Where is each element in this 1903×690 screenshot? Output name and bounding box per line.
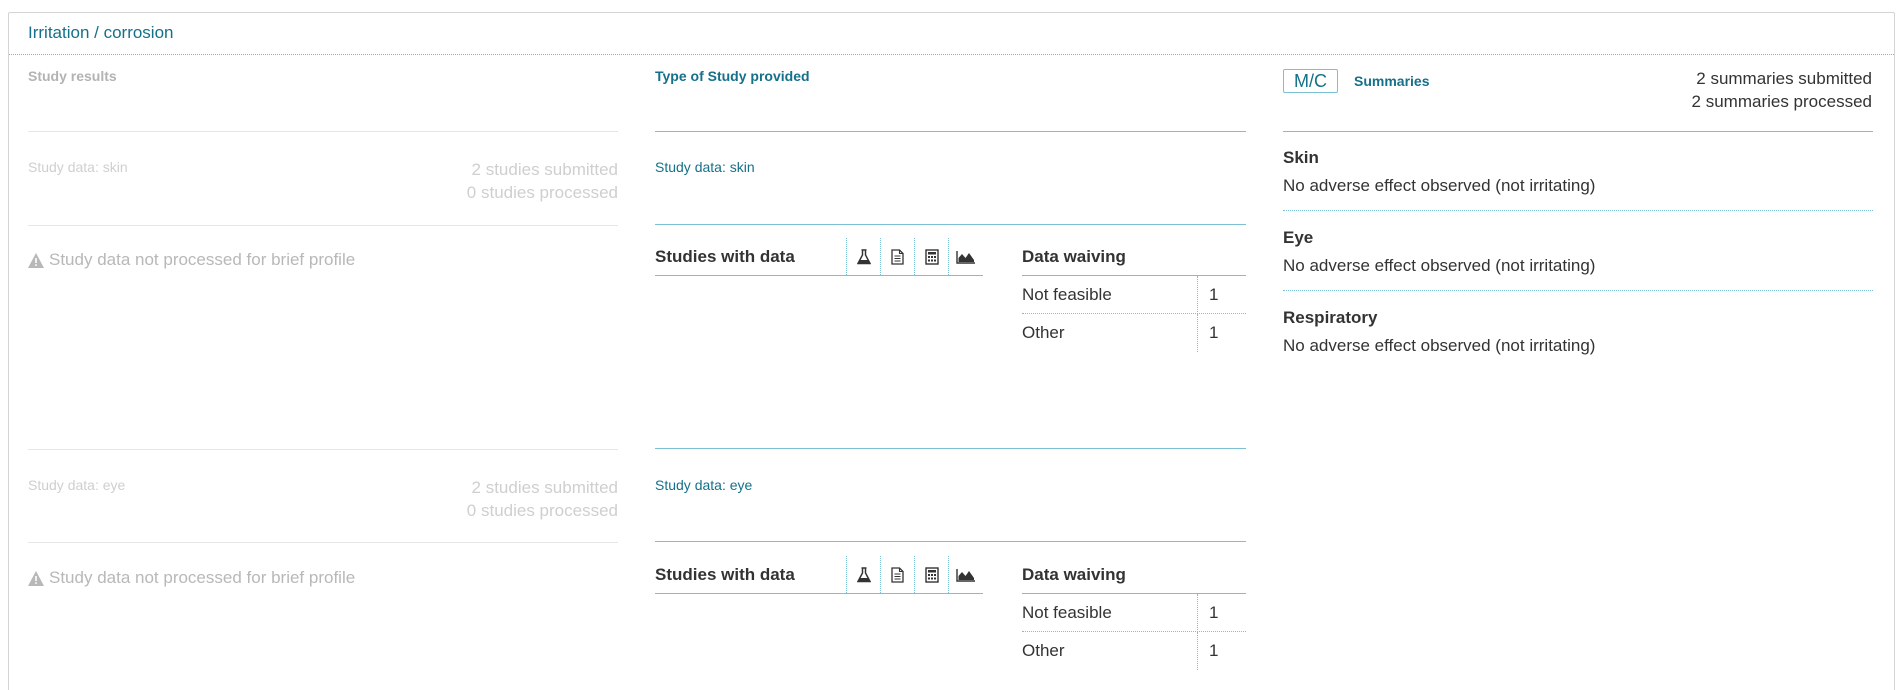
summary-text: No adverse effect observed (not irritati… (1283, 336, 1596, 355)
divider (1283, 290, 1873, 291)
eye-study-counts: 2 studies submitted 0 studies processed (318, 476, 618, 522)
summary-text: No adverse effect observed (not irritati… (1283, 176, 1596, 195)
data-waiving-label: Data waiving (1022, 247, 1126, 266)
eye-data-waiving-header: Data waiving (1022, 556, 1246, 594)
summaries-label[interactable]: Summaries (1354, 73, 1429, 89)
divider (28, 542, 618, 543)
studies-with-data-label: Studies with data (655, 565, 795, 584)
divider (28, 225, 618, 226)
divider (28, 449, 618, 450)
calculator-icon[interactable] (914, 556, 948, 593)
summary-item-skin: Skin No adverse effect observed (not irr… (1283, 148, 1873, 196)
summary-item-respiratory: Respiratory No adverse effect observed (… (1283, 308, 1873, 356)
middle-skin-label[interactable]: Study data: skin (655, 159, 755, 175)
column-separator (1197, 314, 1198, 352)
mc-badge-wrap: M/C (1283, 69, 1338, 93)
eye-waiver-list: Not feasible 1 Other 1 (1022, 594, 1246, 670)
left-eye-label: Study data: eye (28, 477, 126, 493)
waiver-name: Other (1022, 641, 1065, 660)
summary-title: Eye (1283, 228, 1314, 247)
skin-studies-with-data-header: Studies with data (655, 238, 983, 276)
summary-title: Respiratory (1283, 308, 1378, 327)
summaries-submitted-count: 2 summaries submitted (1696, 69, 1872, 88)
divider (28, 131, 618, 132)
skin-submitted-count: 2 studies submitted (471, 160, 618, 179)
waiver-row: Other 1 (1022, 314, 1246, 352)
column-separator (1197, 594, 1198, 632)
document-icon[interactable] (880, 556, 914, 593)
panel-header[interactable]: Irritation / corrosion (9, 13, 1894, 55)
waiver-name: Not feasible (1022, 603, 1112, 622)
type-of-study-label: Type of Study provided (655, 68, 810, 84)
waiver-count: 1 (1209, 641, 1219, 660)
column-separator (1197, 632, 1198, 670)
eye-submitted-count: 2 studies submitted (471, 478, 618, 497)
document-icon[interactable] (880, 238, 914, 275)
summaries-processed-count: 2 summaries processed (1691, 92, 1872, 111)
waiver-name: Not feasible (1022, 285, 1112, 304)
warning-icon (28, 252, 44, 268)
area-chart-icon[interactable] (948, 238, 982, 275)
column-separator (1197, 276, 1198, 314)
eye-processed-count: 0 studies processed (466, 501, 618, 520)
calculator-icon[interactable] (914, 238, 948, 275)
waiver-count: 1 (1209, 323, 1219, 342)
panel-title: Irritation / corrosion (28, 23, 174, 42)
divider (655, 448, 1246, 449)
studies-with-data-label: Studies with data (655, 247, 795, 266)
study-results-label: Study results (28, 68, 117, 84)
waiver-count: 1 (1209, 603, 1219, 622)
summary-counts: 2 summaries submitted 2 summaries proces… (1572, 67, 1872, 113)
waiver-name: Other (1022, 323, 1065, 342)
skin-warning: Study data not processed for brief profi… (28, 250, 355, 270)
area-chart-icon[interactable] (948, 556, 982, 593)
waiver-count: 1 (1209, 285, 1219, 304)
summary-title: Skin (1283, 148, 1319, 167)
mc-badge[interactable]: M/C (1283, 69, 1338, 93)
divider (655, 541, 1246, 542)
warning-icon (28, 570, 44, 586)
middle-eye-label[interactable]: Study data: eye (655, 477, 752, 493)
waiver-row: Not feasible 1 (1022, 594, 1246, 632)
skin-data-waiving-header: Data waiving (1022, 238, 1246, 276)
skin-processed-count: 0 studies processed (466, 183, 618, 202)
divider (1283, 210, 1873, 211)
flask-icon[interactable] (846, 238, 880, 275)
summary-item-eye: Eye No adverse effect observed (not irri… (1283, 228, 1873, 276)
skin-warning-text: Study data not processed for brief profi… (49, 250, 356, 269)
skin-waiver-list: Not feasible 1 Other 1 (1022, 276, 1246, 352)
divider (1283, 131, 1873, 132)
waiver-row: Other 1 (1022, 632, 1246, 670)
left-skin-label: Study data: skin (28, 159, 128, 175)
eye-warning-text: Study data not processed for brief profi… (49, 568, 356, 587)
eye-studies-with-data-header: Studies with data (655, 556, 983, 594)
divider (655, 224, 1246, 225)
waiver-row: Not feasible 1 (1022, 276, 1246, 314)
summary-text: No adverse effect observed (not irritati… (1283, 256, 1596, 275)
data-waiving-label: Data waiving (1022, 565, 1126, 584)
flask-icon[interactable] (846, 556, 880, 593)
divider (655, 131, 1246, 132)
skin-study-counts: 2 studies submitted 0 studies processed (318, 158, 618, 204)
eye-warning: Study data not processed for brief profi… (28, 568, 355, 588)
